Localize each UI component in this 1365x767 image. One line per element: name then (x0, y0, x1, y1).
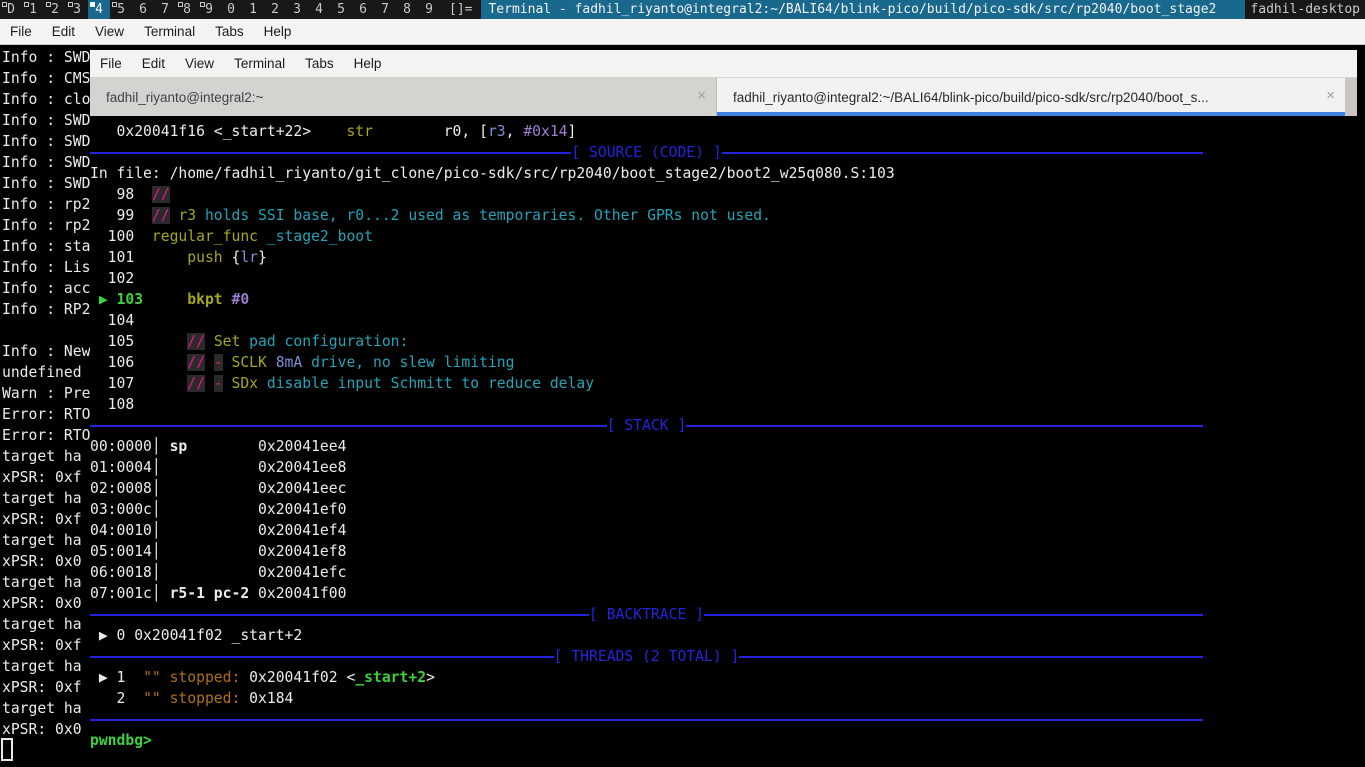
workspace-tag-9-9[interactable]: 9 (198, 0, 220, 19)
workspace-tags: D1234567890123456789 (0, 0, 440, 19)
menu-help[interactable]: Help (254, 24, 302, 39)
terminal-line: 01:0004│ 0x20041ee8 (90, 457, 1357, 478)
terminal-line: 00:0000│ sp 0x20041ee4 (90, 436, 1357, 457)
terminal-line: ▶ 0 0x20041f02 _start+2 (90, 625, 1357, 646)
tag-occupied-indicator (68, 2, 73, 7)
dwm-status-bar: D1234567890123456789 []= Terminal - fadh… (0, 0, 1365, 19)
terminal-line: 2 "" stopped: 0x184 (90, 688, 1357, 709)
statusbar-hostname: fadhil-desktop (1245, 0, 1365, 19)
workspace-tag-14-4[interactable]: 4 (308, 0, 330, 19)
section-label: [ SOURCE (CODE) ] (571, 142, 721, 163)
terminal-line: 99 // r3 holds SSI base, r0...2 used as … (90, 205, 1357, 226)
tab-close-icon[interactable]: × (697, 87, 706, 104)
workspace-tag-8-8[interactable]: 8 (176, 0, 198, 19)
workspace-tag-13-3[interactable]: 3 (286, 0, 308, 19)
workspace-tag-19-9[interactable]: 9 (418, 0, 440, 19)
workspace-tag-12-2[interactable]: 2 (264, 0, 286, 19)
workspace-tag-6-6[interactable]: 6 (132, 0, 154, 19)
terminal-line: 101 push {lr} (90, 247, 1357, 268)
terminal-line: 107 // - SDx disable input Schmitt to re… (90, 373, 1357, 394)
menu-edit[interactable]: Edit (42, 24, 85, 39)
terminal-tab-1[interactable]: fadhil_riyanto@integral2:~ × (90, 78, 717, 116)
section-label: [ BACKTRACE ] (589, 604, 704, 625)
menu-file[interactable]: File (0, 24, 42, 39)
tab-close-icon[interactable]: × (1326, 87, 1335, 104)
workspace-tag-10-0[interactable]: 0 (220, 0, 242, 19)
terminal-window: FileEditViewTerminalTabsHelp fadhil_riya… (90, 50, 1357, 767)
workspace-tag-18-8[interactable]: 8 (396, 0, 418, 19)
section-separator: [ SOURCE (CODE) ] (90, 142, 1203, 163)
tag-occupied-indicator (24, 2, 29, 7)
terminal-line: 106 // - SCLK 8mA drive, no slew limitin… (90, 352, 1357, 373)
tag-occupied-indicator (178, 2, 183, 7)
section-separator: [ BACKTRACE ] (90, 604, 1203, 625)
menu-view[interactable]: View (175, 56, 224, 71)
workspace-tag-4-4[interactable]: 4 (88, 0, 110, 19)
workspace-tag-0-D[interactable]: D (0, 0, 22, 19)
focused-window-title: Terminal - fadhil_riyanto@integral2:~/BA… (481, 0, 1245, 19)
section-separator: [ THREADS (2 TOTAL) ] (90, 646, 1203, 667)
menu-view[interactable]: View (85, 24, 134, 39)
terminal-line: 05:0014│ 0x20041ef8 (90, 541, 1357, 562)
menu-terminal[interactable]: Terminal (134, 24, 205, 39)
terminal-line: 03:000c│ 0x20041ef0 (90, 499, 1357, 520)
workspace-tag-2-2[interactable]: 2 (44, 0, 66, 19)
terminal-line: 104 (90, 310, 1357, 331)
workspace-tag-1-1[interactable]: 1 (22, 0, 44, 19)
background-terminal-menubar: FileEditViewTerminalTabsHelp (0, 19, 1365, 45)
terminal-line: 108 (90, 394, 1357, 415)
menu-terminal[interactable]: Terminal (224, 56, 295, 71)
tag-occupied-indicator (112, 2, 117, 7)
tag-occupied-indicator (90, 2, 95, 7)
menu-tabs[interactable]: Tabs (205, 24, 254, 39)
terminal-line: ▶ 103 bkpt #0 (90, 289, 1357, 310)
terminal-line: 98 // (90, 184, 1357, 205)
terminal-tab-2[interactable]: fadhil_riyanto@integral2:~/BALI64/blink-… (717, 78, 1345, 116)
section-label: [ THREADS (2 TOTAL) ] (554, 646, 740, 667)
terminal-line: 0x20041f16 <_start+22> str r0, [r3, #0x1… (90, 121, 1357, 142)
menu-file[interactable]: File (90, 56, 132, 71)
workspace-tag-15-5[interactable]: 5 (330, 0, 352, 19)
section-separator: [ STACK ] (90, 415, 1203, 436)
terminal-line: 07:001c│ r5-1 pc-2 0x20041f00 (90, 583, 1357, 604)
workspace-tag-11-1[interactable]: 1 (242, 0, 264, 19)
section-label: [ STACK ] (607, 415, 687, 436)
tag-occupied-indicator (2, 2, 7, 7)
terminal-line: 04:0010│ 0x20041ef4 (90, 520, 1357, 541)
tag-occupied-indicator (200, 2, 205, 7)
dwm-layout-symbol[interactable]: []= (440, 0, 481, 19)
terminal-line: 105 // Set pad configuration: (90, 331, 1357, 352)
menu-help[interactable]: Help (344, 56, 392, 71)
workspace-tag-16-6[interactable]: 6 (352, 0, 374, 19)
workspace-tag-7-7[interactable]: 7 (154, 0, 176, 19)
plain-separator (90, 709, 1203, 730)
terminal-content[interactable]: 0x20041f16 <_start+22> str r0, [r3, #0x1… (90, 116, 1357, 767)
menu-tabs[interactable]: Tabs (295, 56, 344, 71)
workspace-tag-17-7[interactable]: 7 (374, 0, 396, 19)
terminal-line: In file: /home/fadhil_riyanto/git_clone/… (90, 163, 1357, 184)
terminal-menubar: FileEditViewTerminalTabsHelp (90, 50, 1357, 78)
tab-title: fadhil_riyanto@integral2:~/BALI64/blink-… (733, 90, 1209, 105)
terminal-line: 02:0008│ 0x20041eec (90, 478, 1357, 499)
menu-edit[interactable]: Edit (132, 56, 175, 71)
terminal-line: 100 regular_func _stage2_boot (90, 226, 1357, 247)
terminal-tabbar: fadhil_riyanto@integral2:~×fadhil_riyant… (90, 78, 1357, 116)
terminal-line: 102 (90, 268, 1357, 289)
terminal-line: pwndbg> (90, 730, 1357, 751)
terminal-line: ▶ 1 "" stopped: 0x20041f02 <_start+2> (90, 667, 1357, 688)
workspace-tag-3-3[interactable]: 3 (66, 0, 88, 19)
terminal-line: 06:0018│ 0x20041efc (90, 562, 1357, 583)
background-terminal-cursor (1, 738, 13, 761)
tag-occupied-indicator (46, 2, 51, 7)
workspace-tag-5-5[interactable]: 5 (110, 0, 132, 19)
tab-title: fadhil_riyanto@integral2:~ (106, 90, 263, 105)
